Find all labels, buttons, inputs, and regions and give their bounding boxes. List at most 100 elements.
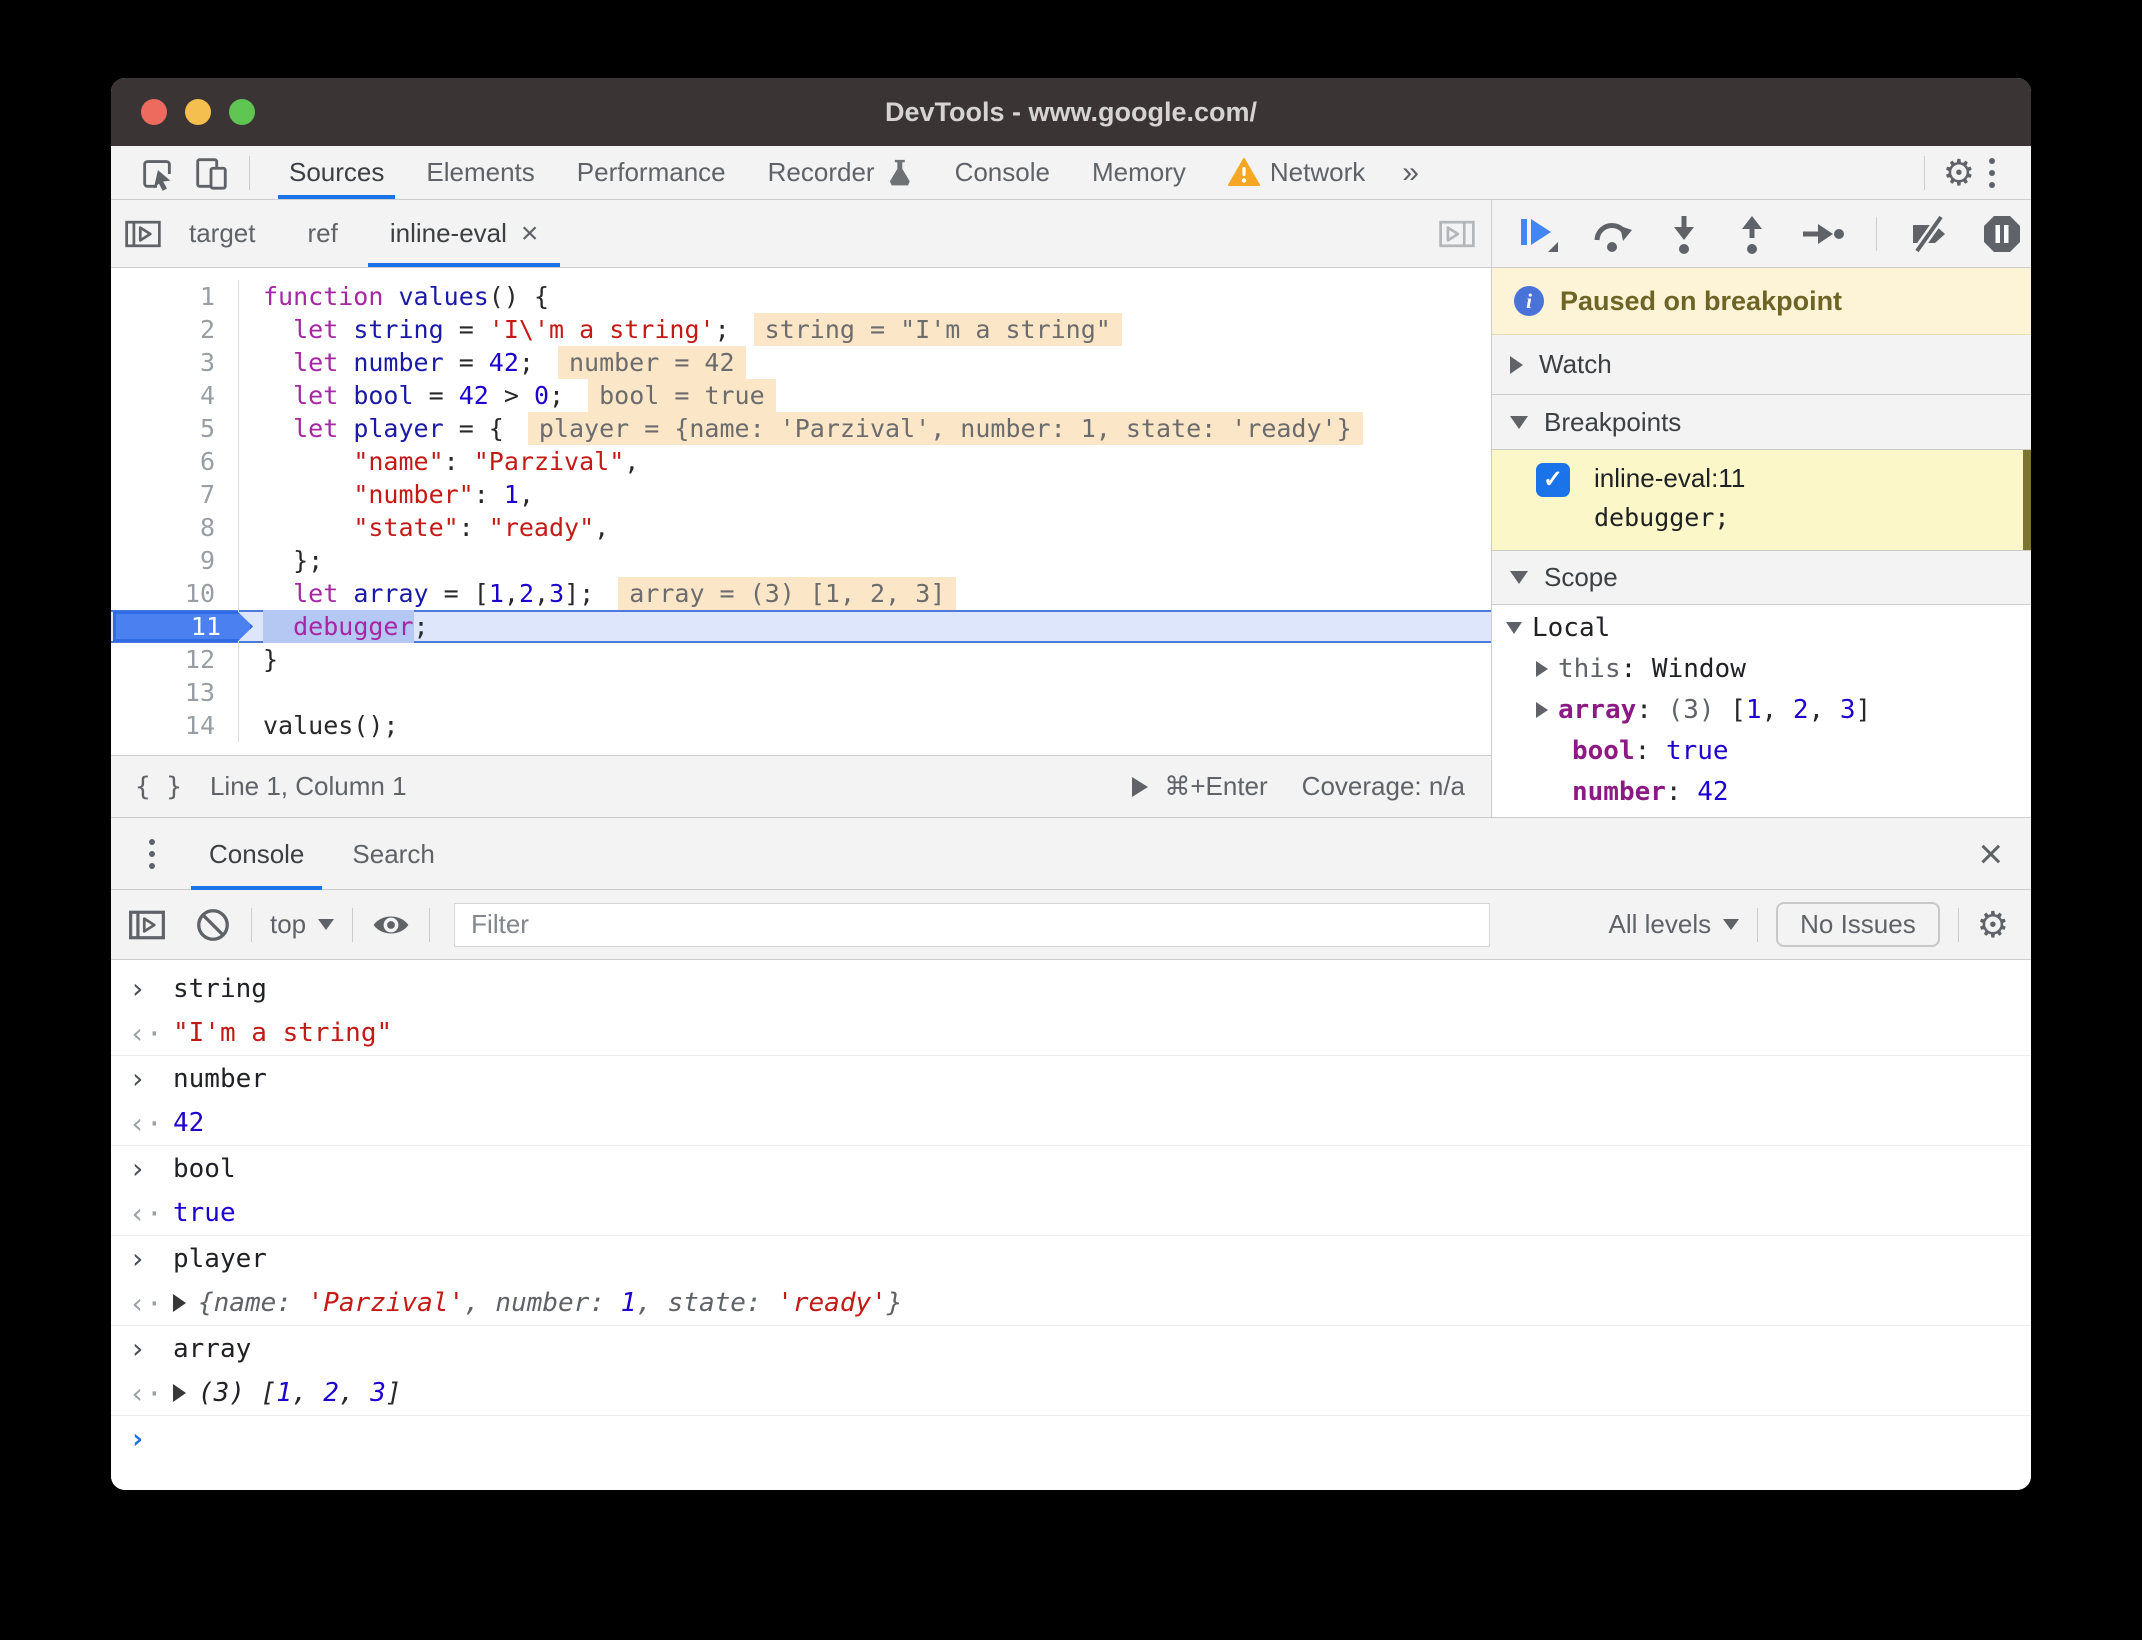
line-number[interactable]: 14: [111, 709, 239, 742]
line-number[interactable]: 6: [111, 445, 239, 478]
minimize-window-button[interactable]: [185, 99, 211, 125]
scope-row-Local[interactable]: Local: [1492, 607, 2031, 648]
device-toolbar-icon[interactable]: [191, 153, 231, 193]
step-into-icon[interactable]: [1664, 213, 1704, 255]
code-line[interactable]: 1 function values() {: [111, 280, 1491, 313]
tab-console[interactable]: Console: [934, 146, 1071, 199]
scope-row-number[interactable]: number: 42: [1492, 771, 2031, 812]
code-line[interactable]: 12}: [111, 643, 1491, 676]
more-tabs-button[interactable]: »: [1386, 156, 1435, 190]
breakpoint-checkbox[interactable]: [1536, 463, 1570, 497]
open-file-panel-icon[interactable]: [1437, 214, 1477, 254]
step-icon[interactable]: [1800, 214, 1846, 254]
code-line[interactable]: 10 let array = [1, 2, 3]; array = (3) [1, 2…: [111, 577, 1491, 610]
file-tab-target[interactable]: target: [163, 200, 282, 267]
line-number[interactable]: 12: [111, 643, 239, 676]
code-line[interactable]: 2 let string = 'I\'m a string'; string = …: [111, 313, 1491, 346]
console-settings-gear-icon[interactable]: ⚙: [1977, 904, 2009, 945]
code-token: values: [398, 282, 489, 311]
inspect-icon[interactable]: [137, 153, 177, 193]
console-prompt-row[interactable]: ›: [111, 1416, 2031, 1461]
chevron-right-icon[interactable]: [1536, 660, 1548, 677]
no-issues-button[interactable]: No Issues: [1776, 902, 1940, 947]
line-number[interactable]: 4: [111, 379, 239, 412]
console-result-row[interactable]: ‹· 42: [111, 1101, 2031, 1146]
close-window-button[interactable]: [141, 99, 167, 125]
filter-input[interactable]: [454, 902, 1491, 947]
line-number[interactable]: 2: [111, 313, 239, 346]
tab-elements[interactable]: Elements: [405, 146, 555, 199]
run-snippet-icon[interactable]: [1132, 776, 1149, 797]
file-tab-ref[interactable]: ref: [282, 200, 364, 267]
tab-console-drawer[interactable]: Console: [185, 818, 328, 890]
code-editor[interactable]: 1 function values() {2 let string = 'I\'m…: [111, 268, 1491, 755]
scope-section-header[interactable]: Scope: [1492, 550, 2031, 605]
close-drawer-icon[interactable]: ×: [1978, 832, 2003, 875]
deactivate-breakpoints-icon[interactable]: [1907, 213, 1953, 255]
execution-line[interactable]: 1111 debugger;: [111, 610, 1491, 643]
line-number[interactable]: 13: [111, 676, 239, 709]
clear-console-icon[interactable]: [193, 905, 233, 945]
line-number[interactable]: 8: [111, 511, 239, 544]
scope-row-this[interactable]: this: Window: [1492, 648, 2031, 689]
tab-memory[interactable]: Memory: [1071, 146, 1207, 199]
console-input-row[interactable]: › bool: [111, 1146, 2031, 1191]
show-navigator-icon[interactable]: [123, 214, 163, 254]
console-result-row[interactable]: ‹· (3) [1, 2, 3]: [111, 1371, 2031, 1416]
line-number[interactable]: 5: [111, 412, 239, 445]
tab-network[interactable]: Network: [1207, 146, 1386, 199]
chevron-right-icon[interactable]: [1536, 701, 1548, 718]
console-output[interactable]: › string ‹· "I'm a string" › number ‹· 42 › bool ‹…: [111, 960, 2031, 1461]
settings-gear-icon[interactable]: ⚙: [1943, 152, 1975, 193]
breakpoints-section-header[interactable]: Breakpoints: [1492, 395, 2031, 450]
main-menu-kebab-icon[interactable]: [1975, 157, 2009, 188]
line-number[interactable]: 7: [111, 478, 239, 511]
zoom-window-button[interactable]: [229, 99, 255, 125]
code-line[interactable]: 8 "state": "ready",: [111, 511, 1491, 544]
titlebar[interactable]: DevTools - www.google.com/: [111, 78, 2031, 146]
log-levels-selector[interactable]: All levels: [1609, 909, 1740, 940]
scope-row-bool[interactable]: bool: true: [1492, 730, 2031, 771]
close-tab-icon[interactable]: ×: [521, 218, 539, 248]
tab-performance[interactable]: Performance: [556, 146, 747, 199]
live-expression-eye-icon[interactable]: [371, 905, 411, 945]
code-line[interactable]: 7 "number": 1,: [111, 478, 1491, 511]
chevron-down-icon[interactable]: [1506, 621, 1522, 634]
tab-sources[interactable]: Sources: [268, 146, 405, 199]
line-number[interactable]: 9: [111, 544, 239, 577]
console-input-row[interactable]: › player: [111, 1236, 2031, 1281]
resume-script-icon[interactable]: [1516, 212, 1562, 256]
console-input-row[interactable]: › array: [111, 1326, 2031, 1371]
scope-row-array[interactable]: array: (3) [1, 2, 3]: [1492, 689, 2031, 730]
expand-triangle-icon[interactable]: [173, 1294, 186, 1312]
line-number[interactable]: 1: [111, 280, 239, 313]
code-line[interactable]: 9 };: [111, 544, 1491, 577]
line-number[interactable]: 1111: [111, 610, 239, 643]
show-console-sidebar-icon[interactable]: [127, 905, 167, 945]
console-input-row[interactable]: › string: [111, 966, 2031, 1011]
code-line[interactable]: 5 let player = {player = {name: 'Parziva…: [111, 412, 1491, 445]
code-line[interactable]: 6 "name": "Parzival",: [111, 445, 1491, 478]
code-line[interactable]: 13: [111, 676, 1491, 709]
expand-triangle-icon[interactable]: [173, 1384, 186, 1402]
tab-search-drawer[interactable]: Search: [328, 818, 458, 890]
code-line[interactable]: 3 let number = 42; number = 42: [111, 346, 1491, 379]
pretty-print-icon[interactable]: { }: [135, 772, 182, 802]
watch-section-header[interactable]: Watch: [1492, 335, 2031, 395]
console-menu-kebab-icon[interactable]: [135, 838, 169, 869]
breakpoint-entry[interactable]: inline-eval:11 debugger;: [1492, 450, 2031, 550]
tab-recorder[interactable]: Recorder: [747, 146, 934, 199]
step-over-icon[interactable]: [1590, 213, 1636, 255]
console-input-row[interactable]: › number: [111, 1056, 2031, 1101]
code-line[interactable]: 4 let bool = 42 > 0; bool = true: [111, 379, 1491, 412]
step-out-icon[interactable]: [1732, 213, 1772, 255]
console-result-row[interactable]: ‹· {name: 'Parzival', number: 1, state: '…: [111, 1281, 2031, 1326]
line-number[interactable]: 10: [111, 577, 239, 610]
console-result-row[interactable]: ‹· true: [111, 1191, 2031, 1236]
file-tab-inline-eval[interactable]: inline-eval ×: [364, 200, 565, 267]
line-number[interactable]: 3: [111, 346, 239, 379]
console-result-row[interactable]: ‹· "I'm a string": [111, 1011, 2031, 1056]
pause-on-exceptions-icon[interactable]: [1981, 213, 2023, 255]
code-line[interactable]: 14 values();: [111, 709, 1491, 742]
context-selector[interactable]: top: [270, 909, 335, 940]
